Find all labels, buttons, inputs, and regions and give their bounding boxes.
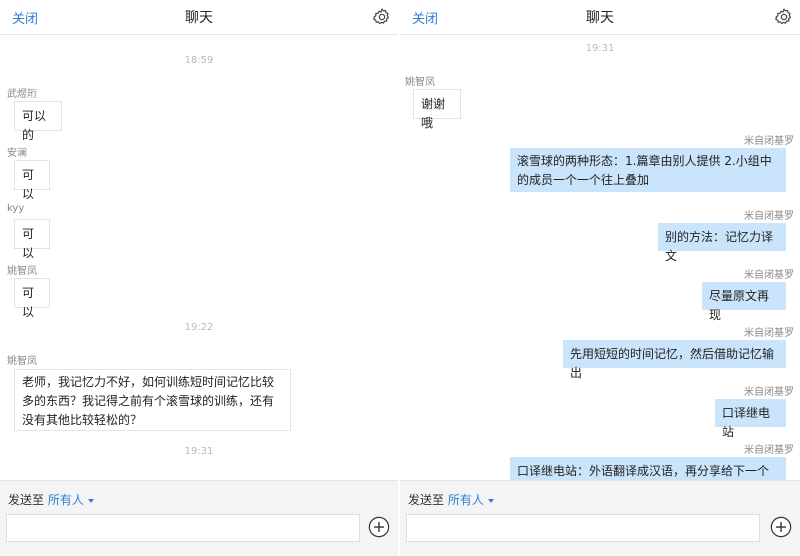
- sender-name: kyy: [7, 203, 25, 214]
- plus-circle-icon[interactable]: [770, 516, 792, 538]
- chat-title: 聊天: [185, 10, 213, 26]
- timestamp: 18:59: [184, 55, 214, 66]
- timestamp: 19:31: [184, 446, 214, 457]
- chat-header: 关闭 聊天: [400, 0, 800, 35]
- sender-name: 武煜珩: [7, 89, 37, 100]
- message-bubble[interactable]: 口译继电站: [715, 399, 786, 439]
- compose-area: 发送至 所有人: [400, 480, 800, 556]
- message-list[interactable]: 19:31 姚智凤 谢谢哦 米自闭基罗 滚雪球的两种形态：1.篇章由别人提供 2…: [400, 35, 800, 480]
- sender-name: 米自闭基罗: [744, 136, 794, 147]
- message-bubble[interactable]: 可以: [14, 160, 50, 201]
- send-to-row: 发送至 所有人: [408, 491, 494, 508]
- chat-panel-right: 关闭 聊天 19:31 姚智凤 谢谢哦 米自闭基罗 滚雪球的两种形态：1.篇章由…: [400, 0, 800, 556]
- chat-panel-left: 关闭 聊天 18:59 武煜珩 可以的 安澜 可以 kyy 可以 姚智凤 可以 …: [0, 0, 398, 556]
- message-bubble[interactable]: 老师，我记忆力不好，如何训练短时间记忆比较多的东西？我记得之前有个滚雪球的训练，…: [14, 369, 291, 431]
- chat-header: 关闭 聊天: [0, 0, 398, 35]
- sender-name: 米自闭基罗: [744, 445, 794, 456]
- send-to-label: 发送至: [408, 493, 445, 507]
- message-bubble[interactable]: 可以: [14, 278, 50, 319]
- compose-area: 发送至 所有人: [0, 480, 398, 556]
- message-bubble[interactable]: 先用短短的时间记忆，然后借助记忆输出: [563, 340, 786, 380]
- message-bubble[interactable]: 谢谢哦: [413, 89, 461, 130]
- gear-icon[interactable]: [372, 7, 392, 27]
- message-bubble[interactable]: 口译继电站：外语翻译成汉语，再分享给下一个同: [510, 457, 786, 480]
- message-bubble[interactable]: 别的方法：记忆力译文: [658, 223, 786, 263]
- sender-name: 米自闭基罗: [744, 270, 794, 281]
- sender-name: 姚智凤: [7, 356, 37, 367]
- message-bubble[interactable]: 滚雪球的两种形态：1.篇章由别人提供 2.小组中的成员一个一个往上叠加: [510, 148, 786, 192]
- close-button[interactable]: 关闭: [12, 8, 38, 27]
- timestamp: 19:31: [585, 43, 615, 54]
- recipient-selector[interactable]: 所有人: [48, 493, 94, 507]
- sender-name: 姚智凤: [405, 77, 435, 88]
- plus-circle-icon[interactable]: [368, 516, 390, 538]
- message-input[interactable]: [406, 514, 760, 542]
- recipient-selector[interactable]: 所有人: [448, 493, 494, 507]
- message-bubble[interactable]: 尽量原文再现: [702, 282, 786, 322]
- caret-down-icon: [87, 498, 94, 503]
- close-button[interactable]: 关闭: [412, 8, 438, 27]
- sender-name: 米自闭基罗: [744, 328, 794, 339]
- caret-down-icon: [487, 498, 494, 503]
- send-to-row: 发送至 所有人: [8, 491, 94, 508]
- message-input[interactable]: [6, 514, 360, 542]
- sender-name: 安澜: [7, 148, 27, 159]
- recipient-label: 所有人: [447, 493, 484, 507]
- sender-name: 米自闭基罗: [744, 387, 794, 398]
- message-bubble[interactable]: 可以的: [14, 101, 62, 142]
- timestamp: 19:22: [184, 322, 214, 333]
- message-bubble[interactable]: 可以: [14, 219, 50, 260]
- sender-name: 米自闭基罗: [744, 211, 794, 222]
- message-list[interactable]: 18:59 武煜珩 可以的 安澜 可以 kyy 可以 姚智凤 可以 19:22 …: [0, 35, 398, 480]
- recipient-label: 所有人: [47, 493, 84, 507]
- sender-name: 姚智凤: [7, 266, 37, 277]
- gear-icon[interactable]: [774, 7, 794, 27]
- send-to-label: 发送至: [8, 493, 45, 507]
- chat-title: 聊天: [586, 10, 614, 26]
